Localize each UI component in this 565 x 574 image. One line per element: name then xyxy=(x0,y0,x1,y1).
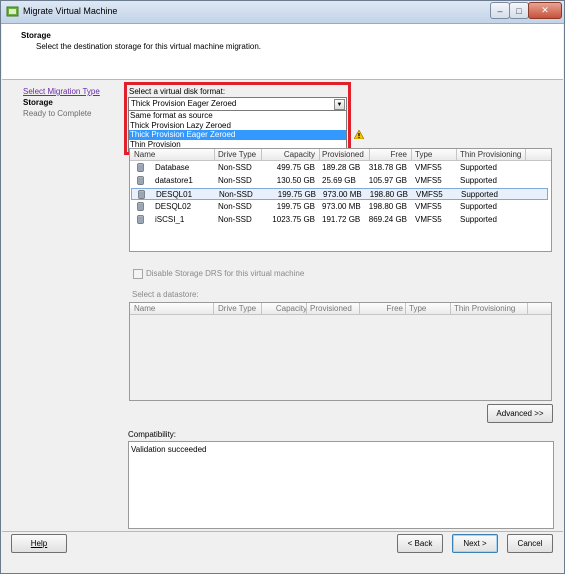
cell-name: Database xyxy=(155,163,190,172)
cell-provisioned: 189.28 GB xyxy=(322,163,361,172)
col-free[interactable]: Free xyxy=(373,150,407,159)
col-drive-type[interactable]: Drive Type xyxy=(218,150,256,159)
cell-type: VMFS5 xyxy=(415,163,442,172)
datastore-table-header: Name Drive Type Capacity Provisioned Fre… xyxy=(130,149,551,161)
compatibility-label: Compatibility: xyxy=(128,430,177,439)
datastore-icon xyxy=(137,176,144,185)
datastore-icon xyxy=(137,163,144,172)
cell-drive: Non-SSD xyxy=(218,202,252,211)
cell-thin: Supported xyxy=(461,190,498,199)
cell-thin: Supported xyxy=(460,215,497,224)
cell-drive: Non-SSD xyxy=(219,190,253,199)
highlight-annotation-box xyxy=(124,82,351,155)
title-bar: Migrate Virtual Machine – □ ✕ xyxy=(1,1,564,24)
warning-icon xyxy=(354,130,364,139)
cell-thin: Supported xyxy=(460,176,497,185)
cell-type: VMFS5 xyxy=(415,215,442,224)
vm-icon xyxy=(6,6,19,17)
cell-free: 318.78 GB xyxy=(368,163,407,172)
help-button[interactable]: Help xyxy=(11,534,67,553)
footer-divider xyxy=(2,531,563,532)
wizard-steps: Select Migration Type Storage Ready to C… xyxy=(23,86,100,119)
cell-free: 105.97 GB xyxy=(368,176,407,185)
col-capacity: Capacity xyxy=(275,304,307,313)
col-provisioned: Provisioned xyxy=(310,304,352,313)
table-row[interactable]: iSCSI_1 Non-SSD 1023.75 GB 191.72 GB 869… xyxy=(131,214,548,226)
cell-drive: Non-SSD xyxy=(218,176,252,185)
minimize-icon: – xyxy=(497,5,503,16)
nav-step-ready: Ready to Complete xyxy=(23,109,92,118)
datastore-icon xyxy=(137,215,144,224)
cancel-button-label: Cancel xyxy=(517,539,543,548)
table-row[interactable]: DESQL02 Non-SSD 199.75 GB 973.00 MB 198.… xyxy=(131,201,548,213)
cell-capacity: 1023.75 GB xyxy=(272,215,315,224)
next-button[interactable]: Next > xyxy=(452,534,498,553)
select-datastore-label: Select a datastore: xyxy=(132,290,199,299)
col-name: Name xyxy=(134,304,156,313)
cell-name: datastore1 xyxy=(155,176,193,185)
cell-type: VMFS5 xyxy=(415,176,442,185)
cell-capacity: 199.75 GB xyxy=(277,190,316,199)
next-button-label: Next > xyxy=(463,539,487,548)
cell-name: DESQL01 xyxy=(156,190,193,199)
cell-capacity: 199.75 GB xyxy=(276,202,315,211)
compatibility-message: Validation succeeded xyxy=(131,445,207,454)
cancel-button[interactable]: Cancel xyxy=(507,534,553,553)
cell-free: 198.80 GB xyxy=(368,202,407,211)
table-row[interactable]: datastore1 Non-SSD 130.50 GB 25.69 GB 10… xyxy=(131,175,548,187)
help-button-label: Help xyxy=(30,539,48,548)
datastore-table: Name Drive Type Capacity Provisioned Fre… xyxy=(129,148,552,252)
col-thin-provisioning: Thin Provisioning xyxy=(454,304,516,313)
col-drive-type: Drive Type xyxy=(218,304,257,313)
cell-name: DESQL02 xyxy=(155,202,192,211)
cell-thin: Supported xyxy=(460,202,497,211)
table-row-selected[interactable]: DESQL01 Non-SSD 199.75 GB 973.00 MB 198.… xyxy=(131,188,548,200)
advanced-button[interactable]: Advanced >> xyxy=(487,404,553,423)
col-provisioned[interactable]: Provisioned xyxy=(322,150,364,159)
col-type[interactable]: Type xyxy=(415,150,432,159)
migrate-vm-window: Migrate Virtual Machine – □ ✕ Storage Se… xyxy=(0,0,565,574)
cell-drive: Non-SSD xyxy=(218,215,252,224)
cell-type: VMFS5 xyxy=(415,202,442,211)
datastore-selection-header: Name Drive Type Capacity Provisioned Fre… xyxy=(130,303,551,315)
cell-provisioned: 25.69 GB xyxy=(322,176,356,185)
disable-storage-drs-label: Disable Storage DRS for this virtual mac… xyxy=(146,269,305,278)
window-title: Migrate Virtual Machine xyxy=(23,6,118,16)
nav-step-select-migration-type[interactable]: Select Migration Type xyxy=(23,86,100,97)
col-capacity[interactable]: Capacity xyxy=(265,150,315,159)
datastore-icon xyxy=(137,202,144,211)
page-title: Storage xyxy=(21,31,51,40)
cell-capacity: 499.75 GB xyxy=(276,163,315,172)
close-icon: ✕ xyxy=(541,5,549,15)
back-button-label: < Back xyxy=(407,539,433,548)
col-free: Free xyxy=(386,304,403,313)
cell-provisioned: 191.72 GB xyxy=(322,215,361,224)
col-name[interactable]: Name xyxy=(134,150,155,159)
col-thin-provisioning[interactable]: Thin Provisioning xyxy=(460,150,521,159)
minimize-button[interactable]: – xyxy=(490,2,510,19)
cell-free: 869.24 GB xyxy=(368,215,407,224)
page-subtitle: Select the destination storage for this … xyxy=(36,42,262,51)
close-button[interactable]: ✕ xyxy=(528,2,562,19)
nav-step-storage: Storage xyxy=(23,98,53,107)
disable-storage-drs-checkbox[interactable] xyxy=(133,269,143,279)
cell-name: iSCSI_1 xyxy=(155,215,185,224)
maximize-button[interactable]: □ xyxy=(509,2,529,19)
table-row[interactable]: Database Non-SSD 499.75 GB 189.28 GB 318… xyxy=(131,162,548,174)
maximize-icon: □ xyxy=(516,5,522,16)
back-button[interactable]: < Back xyxy=(397,534,443,553)
wizard-header: Storage Select the destination storage f… xyxy=(2,24,563,80)
datastore-icon xyxy=(138,190,145,199)
cell-thin: Supported xyxy=(460,163,497,172)
cell-capacity: 130.50 GB xyxy=(276,176,315,185)
col-type: Type xyxy=(409,304,427,313)
cell-provisioned: 973.00 MB xyxy=(323,190,362,199)
cell-provisioned: 973.00 MB xyxy=(322,202,361,211)
datastore-selection-table: Name Drive Type Capacity Provisioned Fre… xyxy=(129,302,552,401)
cell-type: VMFS5 xyxy=(416,190,443,199)
advanced-button-label: Advanced >> xyxy=(496,409,544,418)
compatibility-panel: Validation succeeded xyxy=(128,441,554,529)
cell-drive: Non-SSD xyxy=(218,163,252,172)
cell-free: 198.80 GB xyxy=(369,190,408,199)
